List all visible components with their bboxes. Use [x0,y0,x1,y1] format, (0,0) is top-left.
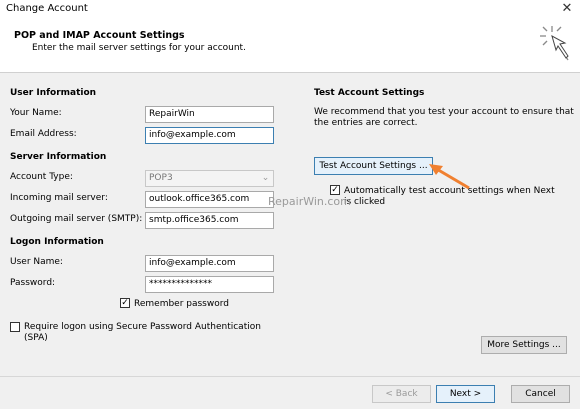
auto-test-checkbox[interactable]: ✓ [330,185,340,195]
outgoing-server-label: Outgoing mail server (SMTP): [10,214,143,224]
remember-password-checkbox[interactable]: ✓ [120,298,130,308]
your-name-label: Your Name: [10,108,62,118]
close-button[interactable]: ✕ [554,0,580,20]
spa-label-line1: Require logon using Secure Password Auth… [24,322,261,332]
user-name-input[interactable]: info@example.com [145,255,274,272]
next-button[interactable]: Next > [436,385,495,403]
test-settings-heading: Test Account Settings [314,88,425,98]
chevron-down-icon: ⌄ [261,173,270,183]
incoming-server-label: Incoming mail server: [10,193,108,203]
email-address-label: Email Address: [10,129,77,139]
window-title: Change Account [6,3,88,14]
arrow-annotation-icon [429,164,470,190]
header-subtitle: Enter the mail server settings for your … [32,43,246,53]
user-information-heading: User Information [10,88,97,98]
remember-password-label: Remember password [134,299,229,309]
outgoing-server-input[interactable]: smtp.office365.com [145,212,274,229]
logon-information-heading: Logon Information [10,237,104,247]
incoming-server-input[interactable]: outlook.office365.com [145,191,274,208]
account-type-value: POP3 [149,173,173,183]
account-type-select: POP3 [145,170,274,187]
test-description-line2: the entries are correct. [314,118,418,128]
email-address-input[interactable]: info@example.com [145,127,274,144]
footer-separator [0,376,580,377]
back-button[interactable]: < Back [372,385,431,403]
user-name-label: User Name: [10,257,63,267]
test-account-settings-button[interactable]: Test Account Settings ... [314,157,433,175]
spa-checkbox[interactable] [10,322,20,332]
password-input[interactable]: ************** [145,276,274,293]
password-label: Password: [10,278,56,288]
test-description-line1: We recommend that you test your account … [314,107,574,117]
more-settings-button[interactable]: More Settings ... [481,336,567,354]
server-information-heading: Server Information [10,152,107,162]
watermark-text: RepairWin.com [268,195,351,208]
header-title: POP and IMAP Account Settings [14,30,185,41]
your-name-input[interactable]: RepairWin [145,106,274,123]
account-type-label: Account Type: [10,172,73,182]
spa-label-line2: (SPA) [24,333,48,343]
wizard-sparkle-icon [540,26,569,61]
cancel-button[interactable]: Cancel [511,385,570,403]
